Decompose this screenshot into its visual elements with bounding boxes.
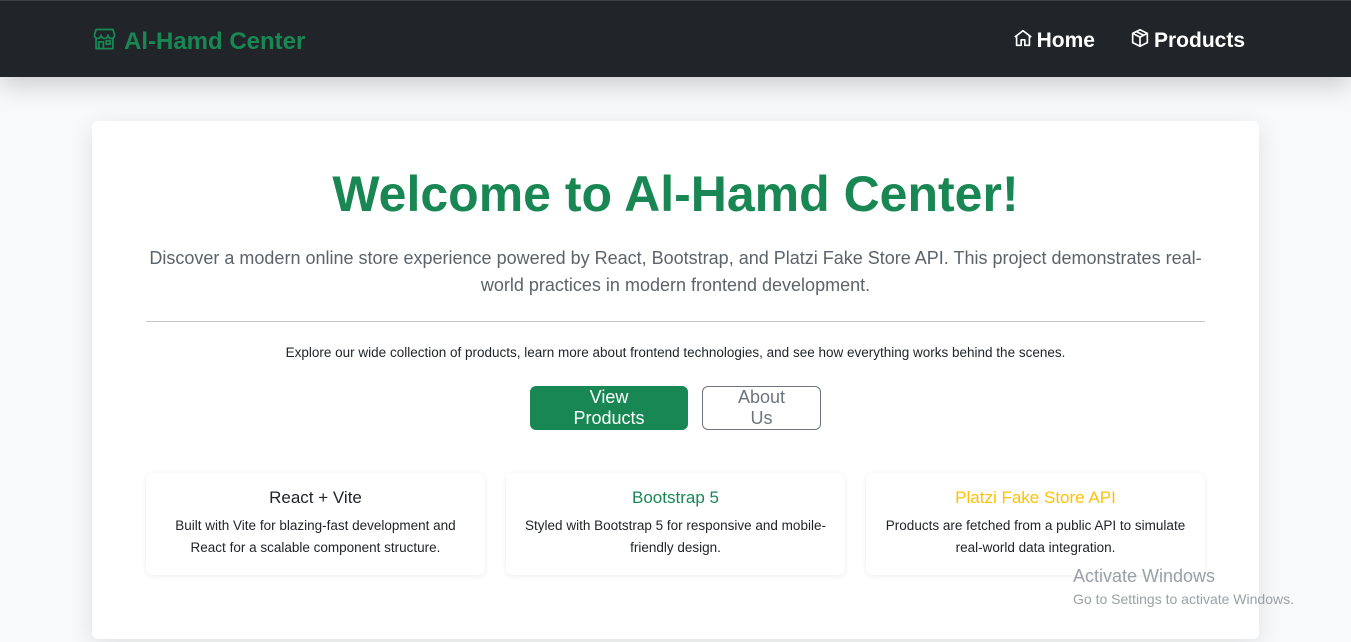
feature-text: Products are fetched from a public API t… [885, 518, 1186, 555]
hero-lead: Discover a modern online store experienc… [149, 248, 1202, 295]
nav-products-link[interactable]: Products [1129, 27, 1245, 55]
about-us-button[interactable]: About Us [702, 386, 821, 430]
feature-text: Built with Vite for blazing-fast develop… [175, 518, 456, 555]
feature-title: React + Vite [269, 488, 362, 507]
nav-home-link[interactable]: Home [1012, 27, 1095, 55]
explore-text: Explore our wide collection of products,… [285, 345, 1066, 360]
top-navbar: Al-Hamd Center Home Products [0, 0, 1351, 77]
shop-icon [91, 25, 118, 59]
box-icon [1129, 27, 1151, 55]
nav-links: Home Products [1012, 27, 1245, 55]
view-products-button[interactable]: View Products [530, 386, 688, 430]
nav-home-label: Home [1036, 29, 1095, 52]
feature-title: Platzi Fake Store API [955, 488, 1116, 507]
nav-products-label: Products [1153, 29, 1245, 52]
feature-card-react: React + Vite Built with Vite for blazing… [146, 473, 485, 575]
feature-text: Styled with Bootstrap 5 for responsive a… [525, 518, 826, 555]
feature-title: Bootstrap 5 [632, 488, 719, 507]
feature-card-bootstrap: Bootstrap 5 Styled with Bootstrap 5 for … [506, 473, 845, 575]
cta-buttons: View Products About Us [92, 386, 1259, 430]
feature-cards: React + Vite Built with Vite for blazing… [146, 473, 1205, 575]
brand-link[interactable]: Al-Hamd Center [91, 25, 305, 59]
brand-name: Al-Hamd Center [124, 28, 306, 55]
divider [146, 321, 1205, 322]
hero-title: Welcome to Al-Hamd Center! [332, 166, 1019, 222]
home-icon [1012, 27, 1034, 55]
welcome-card: Welcome to Al-Hamd Center! Discover a mo… [92, 121, 1259, 639]
feature-card-api: Platzi Fake Store API Products are fetch… [866, 473, 1205, 575]
